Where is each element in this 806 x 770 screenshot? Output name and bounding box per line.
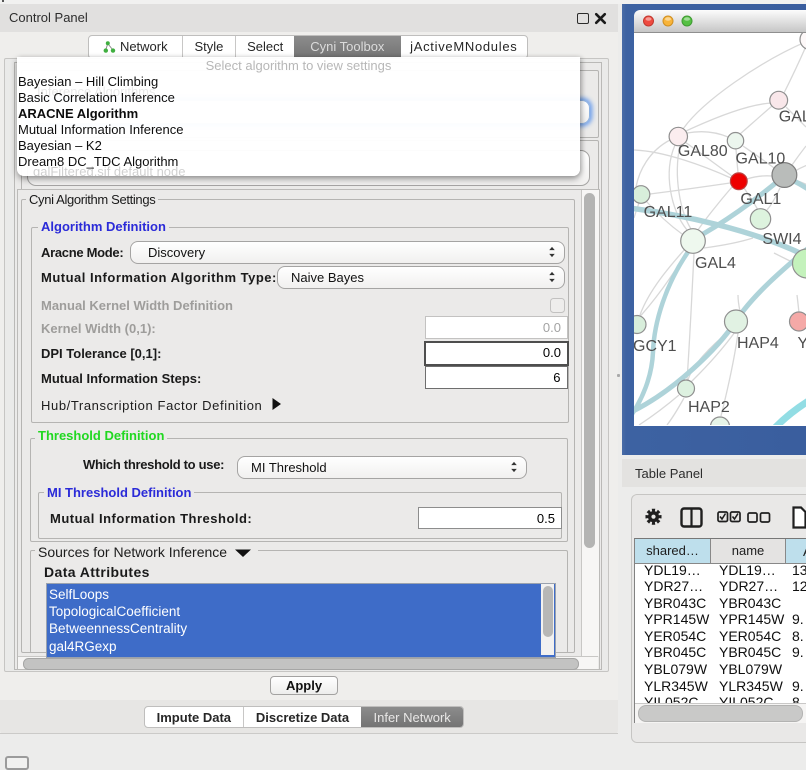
svg-text:GAL4: GAL4 [695,255,736,272]
svg-text:GAL2: GAL2 [779,108,806,125]
svg-text:GCY1: GCY1 [634,338,677,355]
svg-text:HAP2: HAP2 [688,399,730,416]
svg-text:Y: Y [798,335,806,352]
svg-text:GAL1: GAL1 [740,191,781,208]
svg-text:HAP4: HAP4 [737,335,779,352]
svg-text:GAL11: GAL11 [644,204,693,221]
svg-text:GAL80: GAL80 [678,143,728,160]
svg-text:GAL10: GAL10 [736,150,786,167]
svg-text:SWI4: SWI4 [762,231,801,248]
